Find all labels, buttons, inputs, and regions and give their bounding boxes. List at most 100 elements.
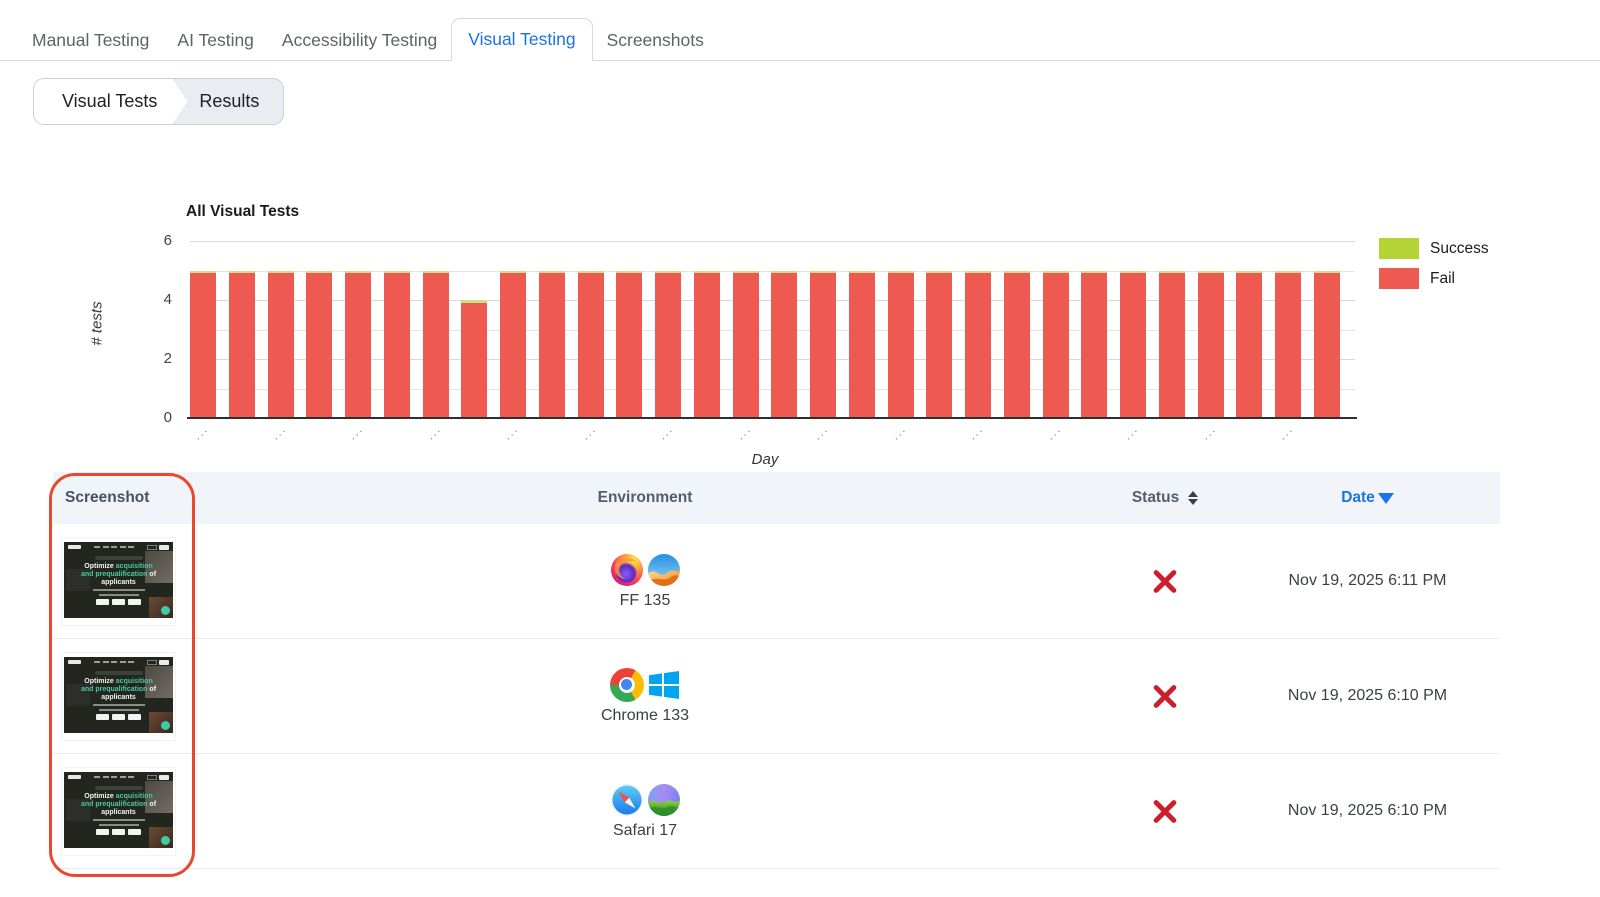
- col-header-status[interactable]: Status: [1095, 489, 1235, 507]
- bar-day-2[interactable]: [229, 271, 255, 419]
- chart-y-axis-label: # tests: [89, 282, 106, 366]
- bar-day-1[interactable]: [190, 271, 216, 419]
- bar-day-15[interactable]: [733, 271, 759, 419]
- tab-bar: Manual TestingAI TestingAccessibility Te…: [0, 18, 1600, 61]
- thumb-badge: [95, 556, 143, 560]
- page: Manual TestingAI TestingAccessibility Te…: [0, 0, 1600, 897]
- col-header-screenshot: Screenshot: [53, 489, 195, 507]
- bar-day-10[interactable]: [539, 271, 565, 419]
- thumb-chat-bubble: [161, 836, 170, 845]
- chart-legend: Success Fail: [1379, 238, 1489, 298]
- legend-item-fail: Fail: [1379, 268, 1489, 289]
- fail-status-icon: [1152, 798, 1178, 824]
- sort-both-icon[interactable]: [1188, 491, 1198, 505]
- col-header-date[interactable]: Date: [1235, 489, 1500, 507]
- bar-day-16[interactable]: [771, 271, 797, 419]
- tab-accessibility-testing[interactable]: Accessibility Testing: [268, 21, 451, 61]
- y-tick-label: 0: [146, 409, 172, 426]
- screenshot-thumbnail[interactable]: Optimize acquisitionand prequalification…: [62, 768, 175, 855]
- tab-manual-testing[interactable]: Manual Testing: [18, 21, 163, 61]
- bar-day-7[interactable]: [423, 271, 449, 419]
- screenshot-thumbnail[interactable]: Optimize acquisitionand prequalification…: [62, 653, 175, 740]
- thumb-nav-buttons: [147, 775, 169, 780]
- sort-desc-icon[interactable]: [1378, 493, 1394, 504]
- bar-day-3[interactable]: [268, 271, 294, 419]
- legend-item-success: Success: [1379, 238, 1489, 259]
- firefox-icon: [610, 553, 644, 587]
- table-row[interactable]: Optimize acquisitionand prequalification…: [53, 639, 1500, 754]
- breadcrumb: Visual Tests Results: [33, 78, 284, 125]
- screenshot-cell[interactable]: Optimize acquisitionand prequalification…: [53, 538, 195, 625]
- date-cell: Nov 19, 2025 6:10 PM: [1235, 687, 1500, 705]
- bar-day-29[interactable]: [1275, 271, 1301, 419]
- thumb-chat-bubble: [161, 721, 170, 730]
- bar-day-17[interactable]: [810, 271, 836, 419]
- tab-screenshots[interactable]: Screenshots: [593, 21, 718, 61]
- macos-ventura-icon: [647, 553, 681, 587]
- table-header-row: Screenshot Environment Status Date: [53, 472, 1500, 524]
- bar-day-5[interactable]: [345, 271, 371, 419]
- bar-day-9[interactable]: [500, 271, 526, 419]
- table-row[interactable]: Optimize acquisitionand prequalification…: [53, 524, 1500, 639]
- y-tick-label: 4: [146, 291, 172, 308]
- tab-visual-testing[interactable]: Visual Testing: [451, 18, 592, 62]
- screenshot-cell[interactable]: Optimize acquisitionand prequalification…: [53, 653, 195, 740]
- breadcrumb-visual-tests[interactable]: Visual Tests: [34, 79, 187, 124]
- thumb-headline: Optimize acquisitionand prequalification…: [64, 793, 173, 817]
- thumb-buttons: [64, 599, 173, 605]
- x-tick-label: ···: [190, 421, 216, 447]
- chart-title: All Visual Tests: [186, 203, 299, 221]
- bar-day-13[interactable]: [655, 271, 681, 419]
- bar-day-6[interactable]: [384, 271, 410, 419]
- date-cell: Nov 19, 2025 6:10 PM: [1235, 802, 1500, 820]
- results-table: Screenshot Environment Status Date: [53, 472, 1500, 869]
- bar-day-8[interactable]: [461, 300, 487, 418]
- x-tick-label: ···: [577, 421, 603, 447]
- thumb-logo: [68, 545, 81, 549]
- chart-bars: [190, 241, 1340, 418]
- thumb-menu: [94, 776, 134, 778]
- bar-day-21[interactable]: [965, 271, 991, 419]
- bar-day-24[interactable]: [1081, 271, 1107, 419]
- environment-cell: Safari 17: [195, 783, 1095, 840]
- chart-x-axis-label: Day: [725, 451, 805, 468]
- x-tick-label: ···: [733, 421, 759, 447]
- table-row[interactable]: Optimize acquisitionand prequalification…: [53, 754, 1500, 869]
- bar-day-14[interactable]: [694, 271, 720, 419]
- bar-day-19[interactable]: [888, 271, 914, 419]
- screenshot-thumbnail[interactable]: Optimize acquisitionand prequalification…: [62, 538, 175, 625]
- x-tick-label: ···: [422, 421, 448, 447]
- thumb-badge: [95, 671, 143, 675]
- col-header-environment: Environment: [195, 489, 1095, 507]
- bar-day-12[interactable]: [616, 271, 642, 419]
- breadcrumb-visual-tests-label: Visual Tests: [62, 91, 157, 112]
- screenshot-cell[interactable]: Optimize acquisitionand prequalification…: [53, 768, 195, 855]
- bar-day-27[interactable]: [1198, 271, 1224, 419]
- y-tick-label: 2: [146, 350, 172, 367]
- bar-day-30[interactable]: [1314, 271, 1340, 419]
- bar-day-22[interactable]: [1004, 271, 1030, 419]
- environment-label: Chrome 133: [601, 707, 689, 725]
- bar-day-28[interactable]: [1236, 271, 1262, 419]
- x-tick-label: ···: [1120, 421, 1146, 447]
- environment-label: Safari 17: [613, 822, 677, 840]
- x-tick-label: ···: [345, 421, 371, 447]
- legend-swatch: [1379, 238, 1419, 259]
- environment-header-label: Environment: [598, 489, 693, 507]
- x-tick-label: ···: [1198, 421, 1224, 447]
- breadcrumb-results-label: Results: [199, 91, 259, 112]
- bar-day-20[interactable]: [926, 271, 952, 419]
- bar-day-25[interactable]: [1120, 271, 1146, 419]
- macos-sonoma-icon: [647, 783, 681, 817]
- status-cell: [1095, 683, 1235, 709]
- tab-ai-testing[interactable]: AI Testing: [163, 21, 268, 61]
- chart-x-axis: [187, 417, 1357, 419]
- bar-day-26[interactable]: [1159, 271, 1185, 419]
- thumb-logo: [68, 775, 81, 779]
- bar-day-11[interactable]: [578, 271, 604, 419]
- breadcrumb-results[interactable]: Results: [187, 79, 283, 124]
- safari-icon: [610, 783, 644, 817]
- bar-day-23[interactable]: [1043, 271, 1069, 419]
- bar-day-4[interactable]: [306, 271, 332, 419]
- bar-day-18[interactable]: [849, 271, 875, 419]
